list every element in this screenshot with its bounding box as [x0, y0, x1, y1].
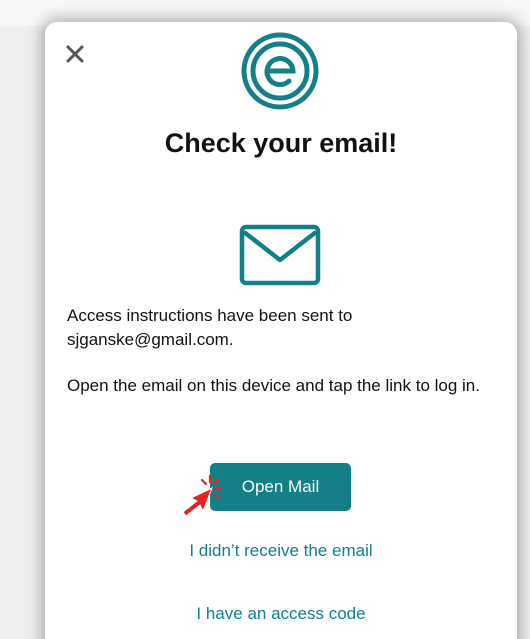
instructions-message: Open the email on this device and tap th…: [67, 376, 480, 395]
email-sent-sheet: Check your email! Access instructions ha…: [45, 22, 517, 639]
access-code-link[interactable]: I have an access code: [45, 604, 517, 624]
envelope-icon: [239, 224, 321, 286]
screen: Check your email! Access instructions ha…: [0, 0, 530, 639]
tap-pointer-icon: [182, 474, 223, 517]
sent-message: Access instructions have been sent to sj…: [67, 306, 353, 349]
open-mail-button[interactable]: Open Mail: [210, 463, 351, 511]
not-received-link[interactable]: I didn’t receive the email: [45, 541, 517, 561]
close-button[interactable]: [63, 42, 89, 68]
page-title: Check your email!: [164, 128, 398, 158]
e-logo-icon: [241, 32, 319, 110]
close-icon: [66, 45, 84, 63]
